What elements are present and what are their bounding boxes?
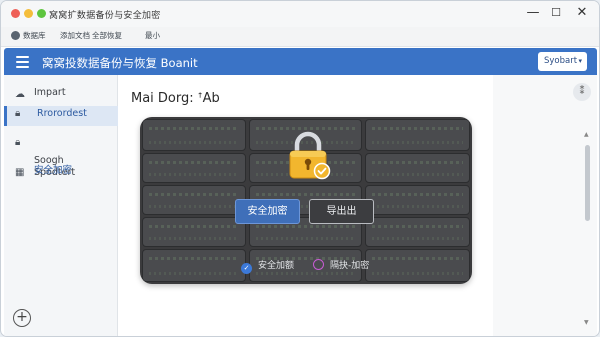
sidebar-item-import[interactable]: ☁ Impart xyxy=(4,87,118,105)
close-button[interactable]: ✕ xyxy=(572,4,592,22)
rack-unit xyxy=(365,153,470,183)
add-button[interactable]: + xyxy=(13,309,31,327)
toolbar-item-min[interactable]: 最小 xyxy=(145,30,160,41)
check-circle-icon: ✓ xyxy=(241,263,252,274)
option-label: 安全加额 xyxy=(258,261,295,271)
main-content: Mai Dorg: ꜛAb 安全加密 导出出 ✓ 安全加额 隔抉-加密 ⁑ ▲ … xyxy=(118,75,597,336)
toolbar-item-add[interactable]: 添加文档 xyxy=(60,30,90,41)
scroll-thumb[interactable] xyxy=(585,145,590,221)
padlock-check-icon xyxy=(289,131,331,180)
rack-unit xyxy=(142,249,246,282)
sidebar-item-label: Rrorordest xyxy=(37,108,87,119)
radio-circle-icon xyxy=(313,259,324,270)
toolbar-item-label: 数据库 xyxy=(23,31,46,40)
page-title: Mai Dorg: ꜛAb xyxy=(131,91,220,106)
sidebar-item-encrypt[interactable]: ▦ 安全加密 xyxy=(4,165,118,181)
toolbar-item-database[interactable]: 数据库 xyxy=(11,30,46,41)
rack-unit xyxy=(142,185,246,215)
rack-unit xyxy=(142,119,246,151)
menu-icon[interactable] xyxy=(16,56,29,68)
panel-toggle-icon[interactable]: ⁑ xyxy=(573,83,591,101)
export-button[interactable]: 导出出 xyxy=(309,199,374,224)
main-pane: Mai Dorg: ꜛAb 安全加密 导出出 ✓ 安全加额 隔抉-加密 xyxy=(118,75,493,336)
lock-icon: 🔒︎ xyxy=(15,108,21,119)
rack-unit xyxy=(365,185,470,215)
minimize-button[interactable]: — xyxy=(523,4,543,22)
support-dropdown[interactable]: Syobart ▾ xyxy=(538,52,587,71)
option-label: 隔抉-加密 xyxy=(330,261,370,271)
grid-icon: ▦ xyxy=(15,167,25,178)
rack-unit xyxy=(365,217,470,247)
zoom-dot-icon[interactable] xyxy=(37,9,46,18)
sidebar-item-records[interactable]: 🔒︎ Rrorordest xyxy=(4,106,118,126)
minimize-dot-icon[interactable] xyxy=(24,9,33,18)
rack-unit xyxy=(142,153,246,183)
encrypt-button[interactable]: 安全加密 xyxy=(235,199,300,224)
toolbar: 数据库 添加文档 全部恢复 最小 xyxy=(1,27,599,47)
option-secure-encrypt[interactable]: ✓ 安全加额 xyxy=(241,258,294,274)
title-bar: 窝窝扩数据备份与安全加密 — ☐ ✕ xyxy=(1,1,599,27)
rack-unit xyxy=(142,217,246,247)
cloud-icon: ☁ xyxy=(15,89,25,100)
maximize-button[interactable]: ☐ xyxy=(546,4,566,22)
app-window: 窝窝扩数据备份与安全加密 — ☐ ✕ 数据库 添加文档 全部恢复 最小 窝窝投数… xyxy=(0,0,600,337)
support-label: Syobart xyxy=(544,56,578,66)
app-title: 窝窝投数据备份与恢复 Boanit xyxy=(42,56,198,70)
window-title: 窝窝扩数据备份与安全加密 xyxy=(49,11,161,21)
sidebar-item-support[interactable]: 🔒︎ Soogh Spodtert xyxy=(4,131,118,178)
sidebar-item-label: 安全加密 xyxy=(34,165,73,176)
app-header: 窝窝投数据备份与恢复 Boanit Syobart ▾ xyxy=(4,48,597,75)
lock-icon: 🔒︎ xyxy=(15,137,21,148)
sidebar: ☁ Impart 🔒︎ Rrorordest 🔒︎ Soogh Spodtert… xyxy=(4,75,118,336)
option-isolate-encrypt[interactable]: 隔抉-加密 xyxy=(313,258,369,271)
database-icon xyxy=(11,31,20,40)
scroll-down-icon[interactable]: ▼ xyxy=(584,319,589,326)
scrollbar[interactable]: ▲ ▼ xyxy=(583,123,592,333)
rack-unit xyxy=(365,249,470,282)
rack-unit xyxy=(365,119,470,151)
scroll-up-icon[interactable]: ▲ xyxy=(584,131,589,138)
chevron-down-icon: ▾ xyxy=(578,57,582,65)
toolbar-item-restore[interactable]: 全部恢复 xyxy=(92,30,122,41)
close-dot-icon[interactable] xyxy=(11,9,20,18)
server-panel: 安全加密 导出出 ✓ 安全加额 隔抉-加密 xyxy=(140,117,472,284)
sidebar-item-label: Impart xyxy=(34,87,66,98)
